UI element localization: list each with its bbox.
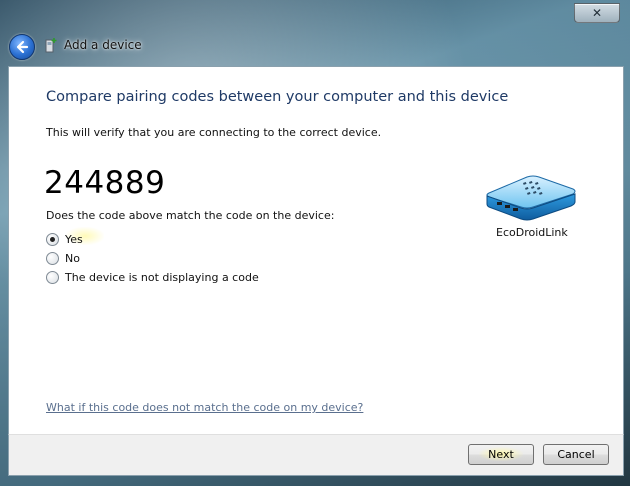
radio-label-yes: Yes bbox=[65, 232, 83, 246]
radio-button[interactable] bbox=[46, 251, 59, 265]
add-device-icon bbox=[45, 38, 57, 53]
window-title: Add a device bbox=[64, 38, 142, 52]
radio-option-no[interactable]: No bbox=[46, 250, 80, 266]
page-description: This will verify that you are connecting… bbox=[46, 126, 382, 139]
back-button[interactable] bbox=[9, 34, 35, 60]
radio-button[interactable] bbox=[46, 270, 59, 284]
close-button[interactable]: ✕ bbox=[574, 3, 620, 23]
radio-label-no-code: The device is not displaying a code bbox=[65, 270, 259, 284]
page-heading: Compare pairing codes between your compu… bbox=[46, 89, 509, 105]
modem-device-icon bbox=[486, 175, 576, 221]
back-arrow-icon bbox=[16, 40, 29, 54]
cancel-button[interactable]: Cancel bbox=[543, 444, 609, 465]
device-name: EcoDroidLink bbox=[496, 226, 568, 239]
help-link[interactable]: What if this code does not match the cod… bbox=[46, 401, 363, 414]
wizard-footer: Next Cancel bbox=[8, 434, 624, 476]
pairing-code: 244889 bbox=[44, 165, 166, 201]
next-button-label: Next bbox=[488, 448, 514, 461]
match-question: Does the code above match the code on th… bbox=[46, 209, 335, 222]
close-icon: ✕ bbox=[591, 6, 603, 20]
radio-option-no-code[interactable]: The device is not displaying a code bbox=[46, 269, 259, 285]
wizard-content: Compare pairing codes between your compu… bbox=[8, 66, 624, 435]
radio-option-yes[interactable]: Yes bbox=[46, 231, 83, 247]
cancel-button-label: Cancel bbox=[557, 448, 595, 461]
radio-button-selected[interactable] bbox=[46, 232, 59, 246]
radio-label-no: No bbox=[65, 251, 80, 265]
next-button[interactable]: Next bbox=[468, 444, 534, 465]
